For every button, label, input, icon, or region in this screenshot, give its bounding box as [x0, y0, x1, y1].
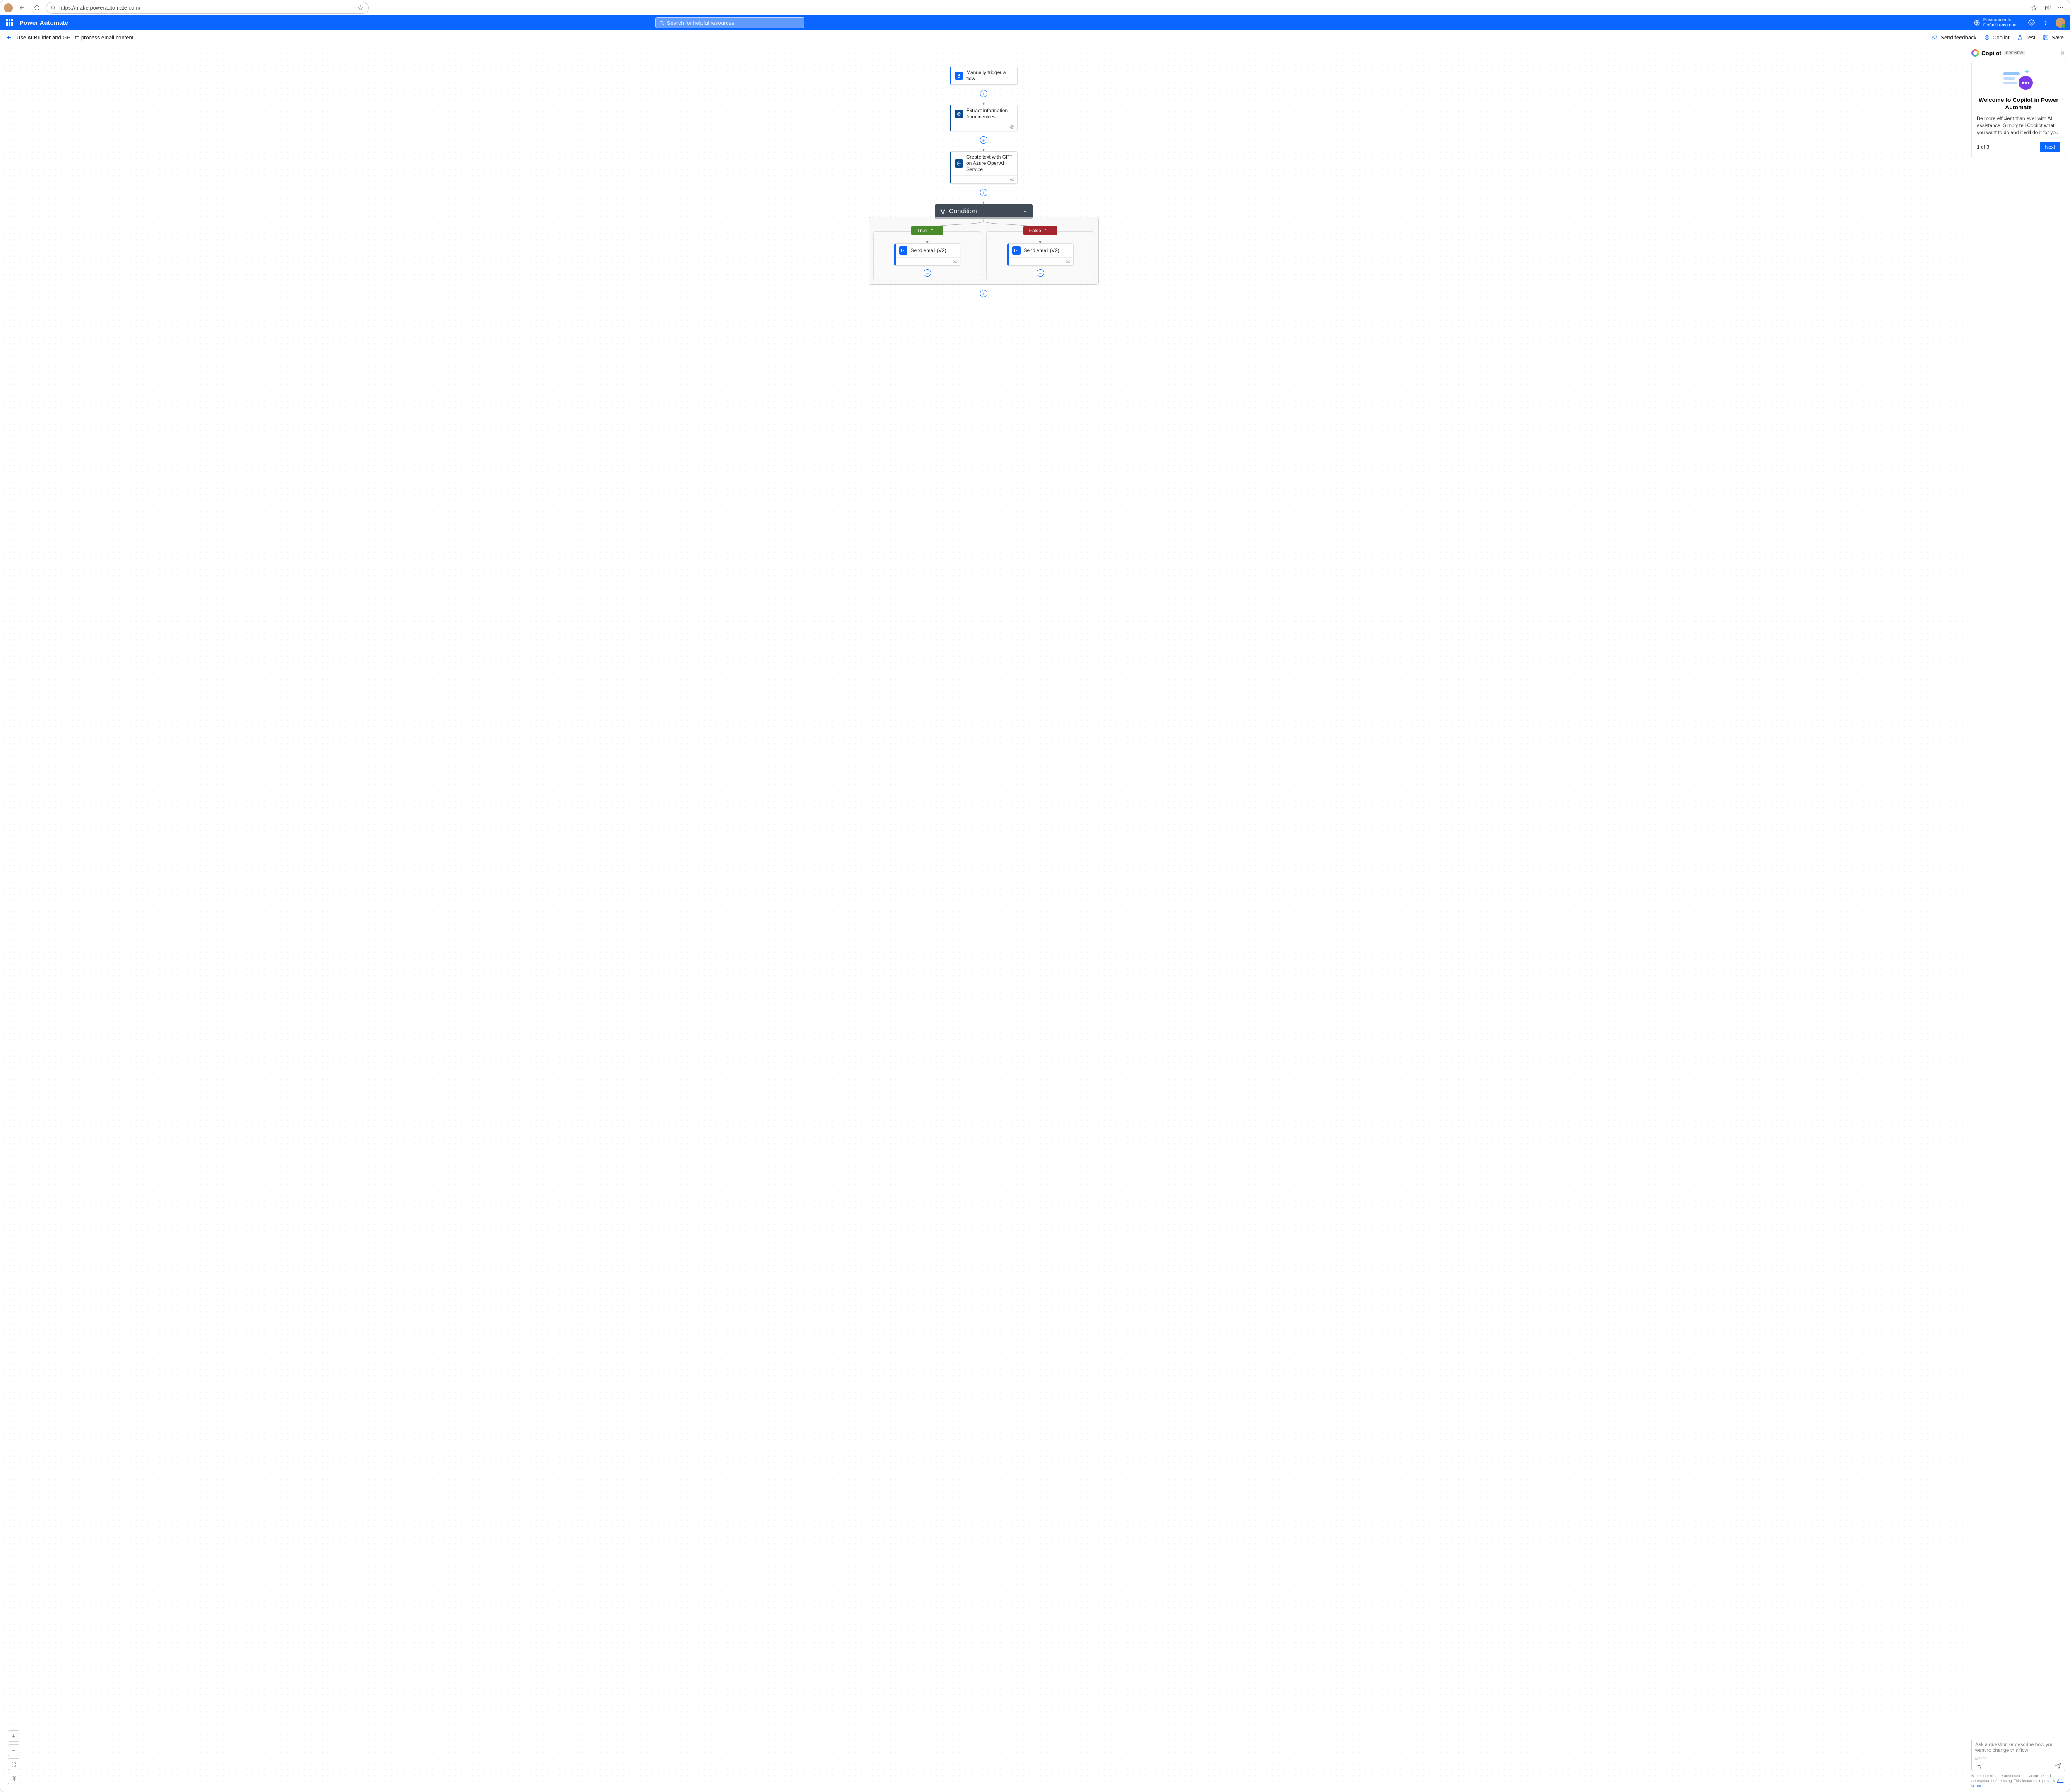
- copilot-disclaimer: Make sure AI-generated content is accura…: [1971, 1774, 2065, 1788]
- mail-icon: [1012, 246, 1021, 255]
- add-step-button[interactable]: +: [924, 269, 931, 277]
- fit-screen-button[interactable]: [8, 1758, 19, 1770]
- user-avatar[interactable]: [2056, 18, 2065, 28]
- copilot-title: Copilot: [1981, 50, 2001, 56]
- zoom-in-button[interactable]: +: [8, 1730, 19, 1742]
- flow-toolbar: Use AI Builder and GPT to process email …: [0, 30, 2070, 45]
- send-icon[interactable]: [2054, 1763, 2062, 1770]
- help-icon[interactable]: [2041, 19, 2050, 27]
- sparkle-icon[interactable]: [1975, 1763, 1983, 1770]
- copilot-input[interactable]: 0/2000: [1971, 1739, 2065, 1771]
- environment-picker[interactable]: Environments Default environm...: [1974, 17, 2022, 28]
- send-email-true[interactable]: Send email (V2): [894, 243, 960, 266]
- flow-step-gpt[interactable]: Create text with GPT on Azure OpenAI Ser…: [950, 151, 1018, 184]
- copilot-step-indicator: 1 of 3: [1977, 144, 1989, 150]
- branch-icon: [940, 209, 946, 214]
- preview-badge: PREVIEW: [2004, 51, 2025, 55]
- copilot-logo-icon: [1971, 49, 1979, 57]
- copilot-next-button[interactable]: Next: [2040, 142, 2060, 152]
- browser-bar: [0, 0, 2070, 15]
- save-icon: [2043, 34, 2049, 41]
- true-branch: True ⌃ ▾ Send email (V2): [873, 231, 981, 280]
- search-icon: [659, 20, 664, 26]
- eye-icon: [1010, 177, 1015, 182]
- copilot-textarea[interactable]: [1975, 1741, 2062, 1755]
- send-feedback-button[interactable]: Send feedback: [1932, 34, 1976, 41]
- environment-icon: [1974, 19, 1980, 26]
- flow-step-trigger[interactable]: Manually trigger a flow: [950, 67, 1018, 85]
- copilot-card-title: Welcome to Copilot in Power Automate: [1977, 96, 2060, 111]
- browser-back-button[interactable]: [16, 2, 28, 14]
- copilot-icon: [1984, 34, 1990, 41]
- global-search-input[interactable]: [667, 20, 801, 26]
- global-search[interactable]: [655, 17, 804, 28]
- copilot-toggle-button[interactable]: Copilot: [1984, 34, 2009, 41]
- flow-step-extract[interactable]: Extract information from invoices: [950, 105, 1018, 131]
- copilot-char-counter: 0/2000: [1975, 1757, 2062, 1761]
- copilot-welcome-card: Welcome to Copilot in Power Automate Be …: [1971, 61, 2065, 158]
- app-header: Power Automate Environments Default envi…: [0, 15, 2070, 30]
- eye-icon: [1010, 125, 1015, 130]
- flow-canvas[interactable]: + − Manually trigger a flow: [0, 45, 1967, 1792]
- eye-icon: [1066, 259, 1071, 264]
- ai-icon: [955, 110, 963, 118]
- add-step-button[interactable]: +: [980, 136, 987, 144]
- chevron-up-icon: ⌃: [1045, 229, 1048, 233]
- flask-icon: [2017, 34, 2023, 41]
- false-pill[interactable]: False ⌃: [1023, 226, 1057, 235]
- app-launcher-icon[interactable]: [5, 18, 14, 28]
- app-title[interactable]: Power Automate: [19, 19, 68, 26]
- browser-refresh-button[interactable]: [31, 2, 43, 14]
- env-value: Default environm...: [1983, 23, 2022, 28]
- search-icon: [51, 5, 56, 10]
- save-button[interactable]: Save: [2043, 34, 2064, 41]
- browser-profile-avatar[interactable]: [4, 3, 13, 12]
- chevron-down-icon: [1023, 209, 1028, 214]
- condition-container: True ⌃ ▾ Send email (V2): [869, 217, 1099, 285]
- close-icon[interactable]: [2060, 50, 2065, 56]
- touch-icon: [955, 72, 963, 80]
- browser-url-bar[interactable]: [46, 2, 369, 14]
- collections-icon[interactable]: [2041, 2, 2053, 14]
- favorites-icon[interactable]: [2028, 2, 2040, 14]
- mail-icon: [899, 246, 907, 255]
- settings-icon[interactable]: [2027, 19, 2036, 27]
- feedback-icon: [1932, 34, 1938, 41]
- add-step-button[interactable]: +: [980, 90, 987, 97]
- browser-url-input[interactable]: [59, 5, 354, 11]
- browser-more-icon[interactable]: [2055, 2, 2066, 14]
- add-step-button[interactable]: +: [980, 290, 987, 297]
- true-pill[interactable]: True ⌃: [911, 226, 943, 235]
- zoom-out-button[interactable]: −: [8, 1744, 19, 1756]
- copilot-panel: Copilot PREVIEW Welcome to Copilot in Po…: [1967, 45, 2070, 1792]
- copilot-card-body: Be more efficient than ever with AI assi…: [1977, 115, 2060, 136]
- send-email-false[interactable]: Send email (V2): [1007, 243, 1074, 266]
- flow-title: Use AI Builder and GPT to process email …: [17, 34, 133, 41]
- env-label: Environments: [1983, 17, 2022, 23]
- ai-icon: [955, 159, 963, 168]
- add-step-button[interactable]: +: [980, 189, 987, 196]
- copilot-illustration: [2000, 67, 2037, 92]
- test-button[interactable]: Test: [2017, 34, 2036, 41]
- add-step-button[interactable]: +: [1037, 269, 1044, 277]
- chevron-up-icon: ⌃: [930, 229, 934, 233]
- favorite-icon[interactable]: [357, 4, 364, 12]
- toolbar-back-button[interactable]: [6, 34, 12, 41]
- minimap-button[interactable]: [8, 1773, 19, 1784]
- false-branch: False ⌃ ▾ Send email (V2): [986, 231, 1094, 280]
- eye-icon: [953, 259, 958, 264]
